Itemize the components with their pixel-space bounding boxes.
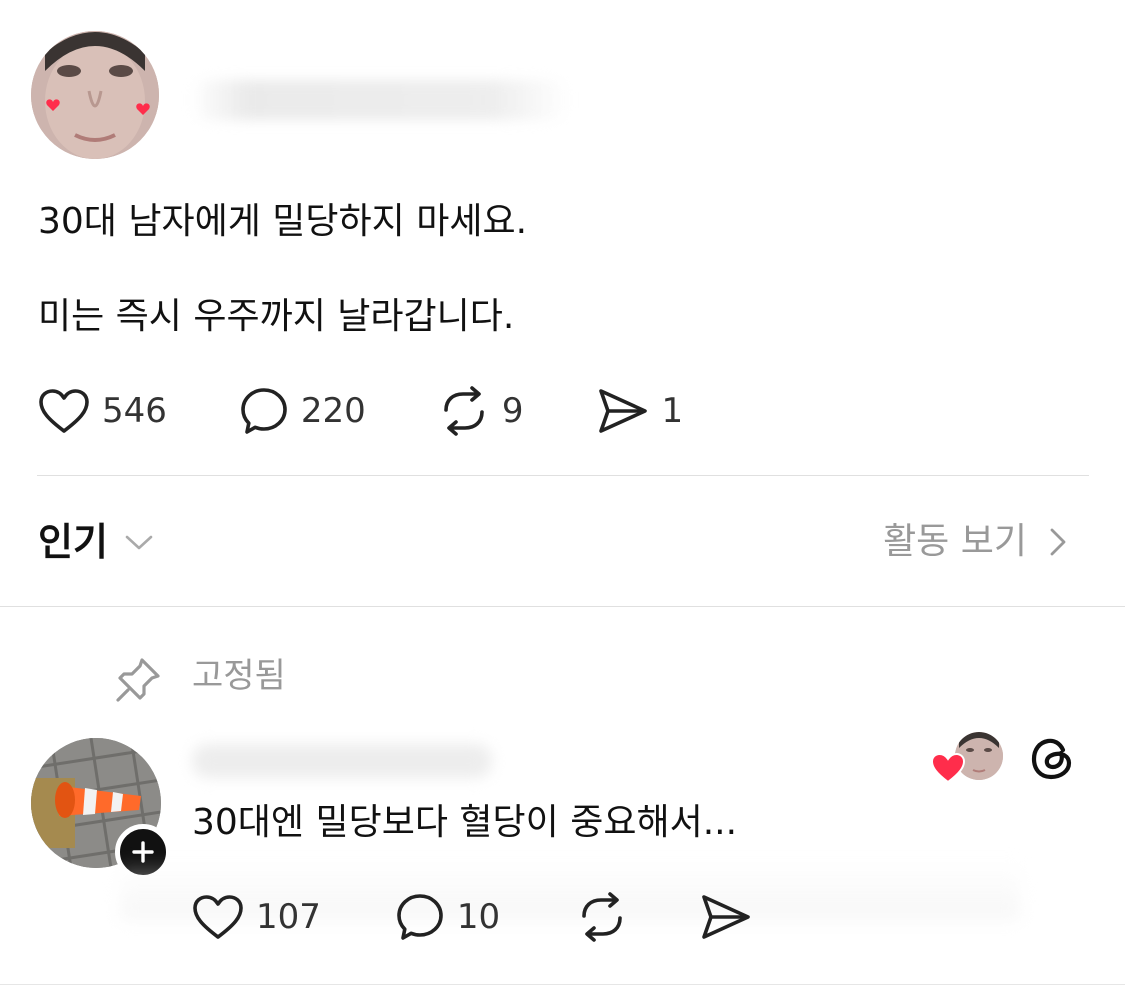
reply-text: 30대엔 밀당보다 혈당이 중요해서... (192, 802, 738, 843)
author-face-image (31, 31, 159, 159)
reply-username-blurred[interactable] (192, 744, 492, 778)
like-count: 546 (102, 391, 167, 431)
liked-heart-icon (930, 752, 966, 784)
repost-icon (582, 892, 622, 942)
section-divider (0, 606, 1125, 607)
repost-button[interactable]: 9 (438, 386, 524, 436)
view-activity-link[interactable]: 활동 보기 (883, 520, 1069, 564)
like-button[interactable]: 546 (38, 388, 167, 434)
comment-bubble-icon (241, 388, 287, 434)
share-count: 1 (661, 391, 684, 431)
view-activity-label: 활동 보기 (883, 521, 1027, 562)
reply-share-button[interactable] (700, 893, 752, 941)
send-icon (702, 895, 750, 939)
pin-icon (116, 658, 160, 702)
post-text-line-1: 30대 남자에게 밀당하지 마세요. (38, 201, 528, 242)
reply-like-button[interactable]: 107 (192, 894, 321, 940)
sort-dropdown[interactable]: 인기 (38, 520, 154, 564)
reply-like-count: 107 (256, 897, 321, 937)
reply-actions: 107 10 (192, 892, 752, 942)
repost-count: 9 (501, 391, 524, 431)
reply-comment-count: 10 (456, 897, 501, 937)
comment-count: 220 (300, 391, 366, 431)
heart-icon (39, 389, 89, 433)
reply-repost-button[interactable] (576, 892, 628, 942)
chevron-down-icon (125, 535, 153, 550)
chevron-right-icon (1050, 528, 1066, 556)
comment-button[interactable]: 220 (239, 386, 366, 436)
post-actions: 546 220 9 1 (38, 386, 683, 436)
threads-logo-icon[interactable] (1030, 736, 1076, 782)
post-text-line-2: 미는 즉시 우주까지 날라갑니다. (38, 296, 515, 337)
heart-icon (193, 895, 243, 939)
sort-label: 인기 (38, 520, 108, 564)
share-button[interactable]: 1 (597, 387, 683, 435)
repost-icon (444, 386, 484, 436)
pinned-label: 고정됨 (192, 656, 286, 696)
bottom-divider (0, 984, 1125, 985)
send-icon (599, 389, 648, 433)
comment-bubble-icon (397, 894, 443, 940)
post-divider (37, 475, 1089, 476)
author-avatar[interactable] (31, 31, 159, 159)
reply-comment-button[interactable]: 10 (395, 892, 500, 942)
author-username-blurred[interactable] (190, 80, 570, 120)
